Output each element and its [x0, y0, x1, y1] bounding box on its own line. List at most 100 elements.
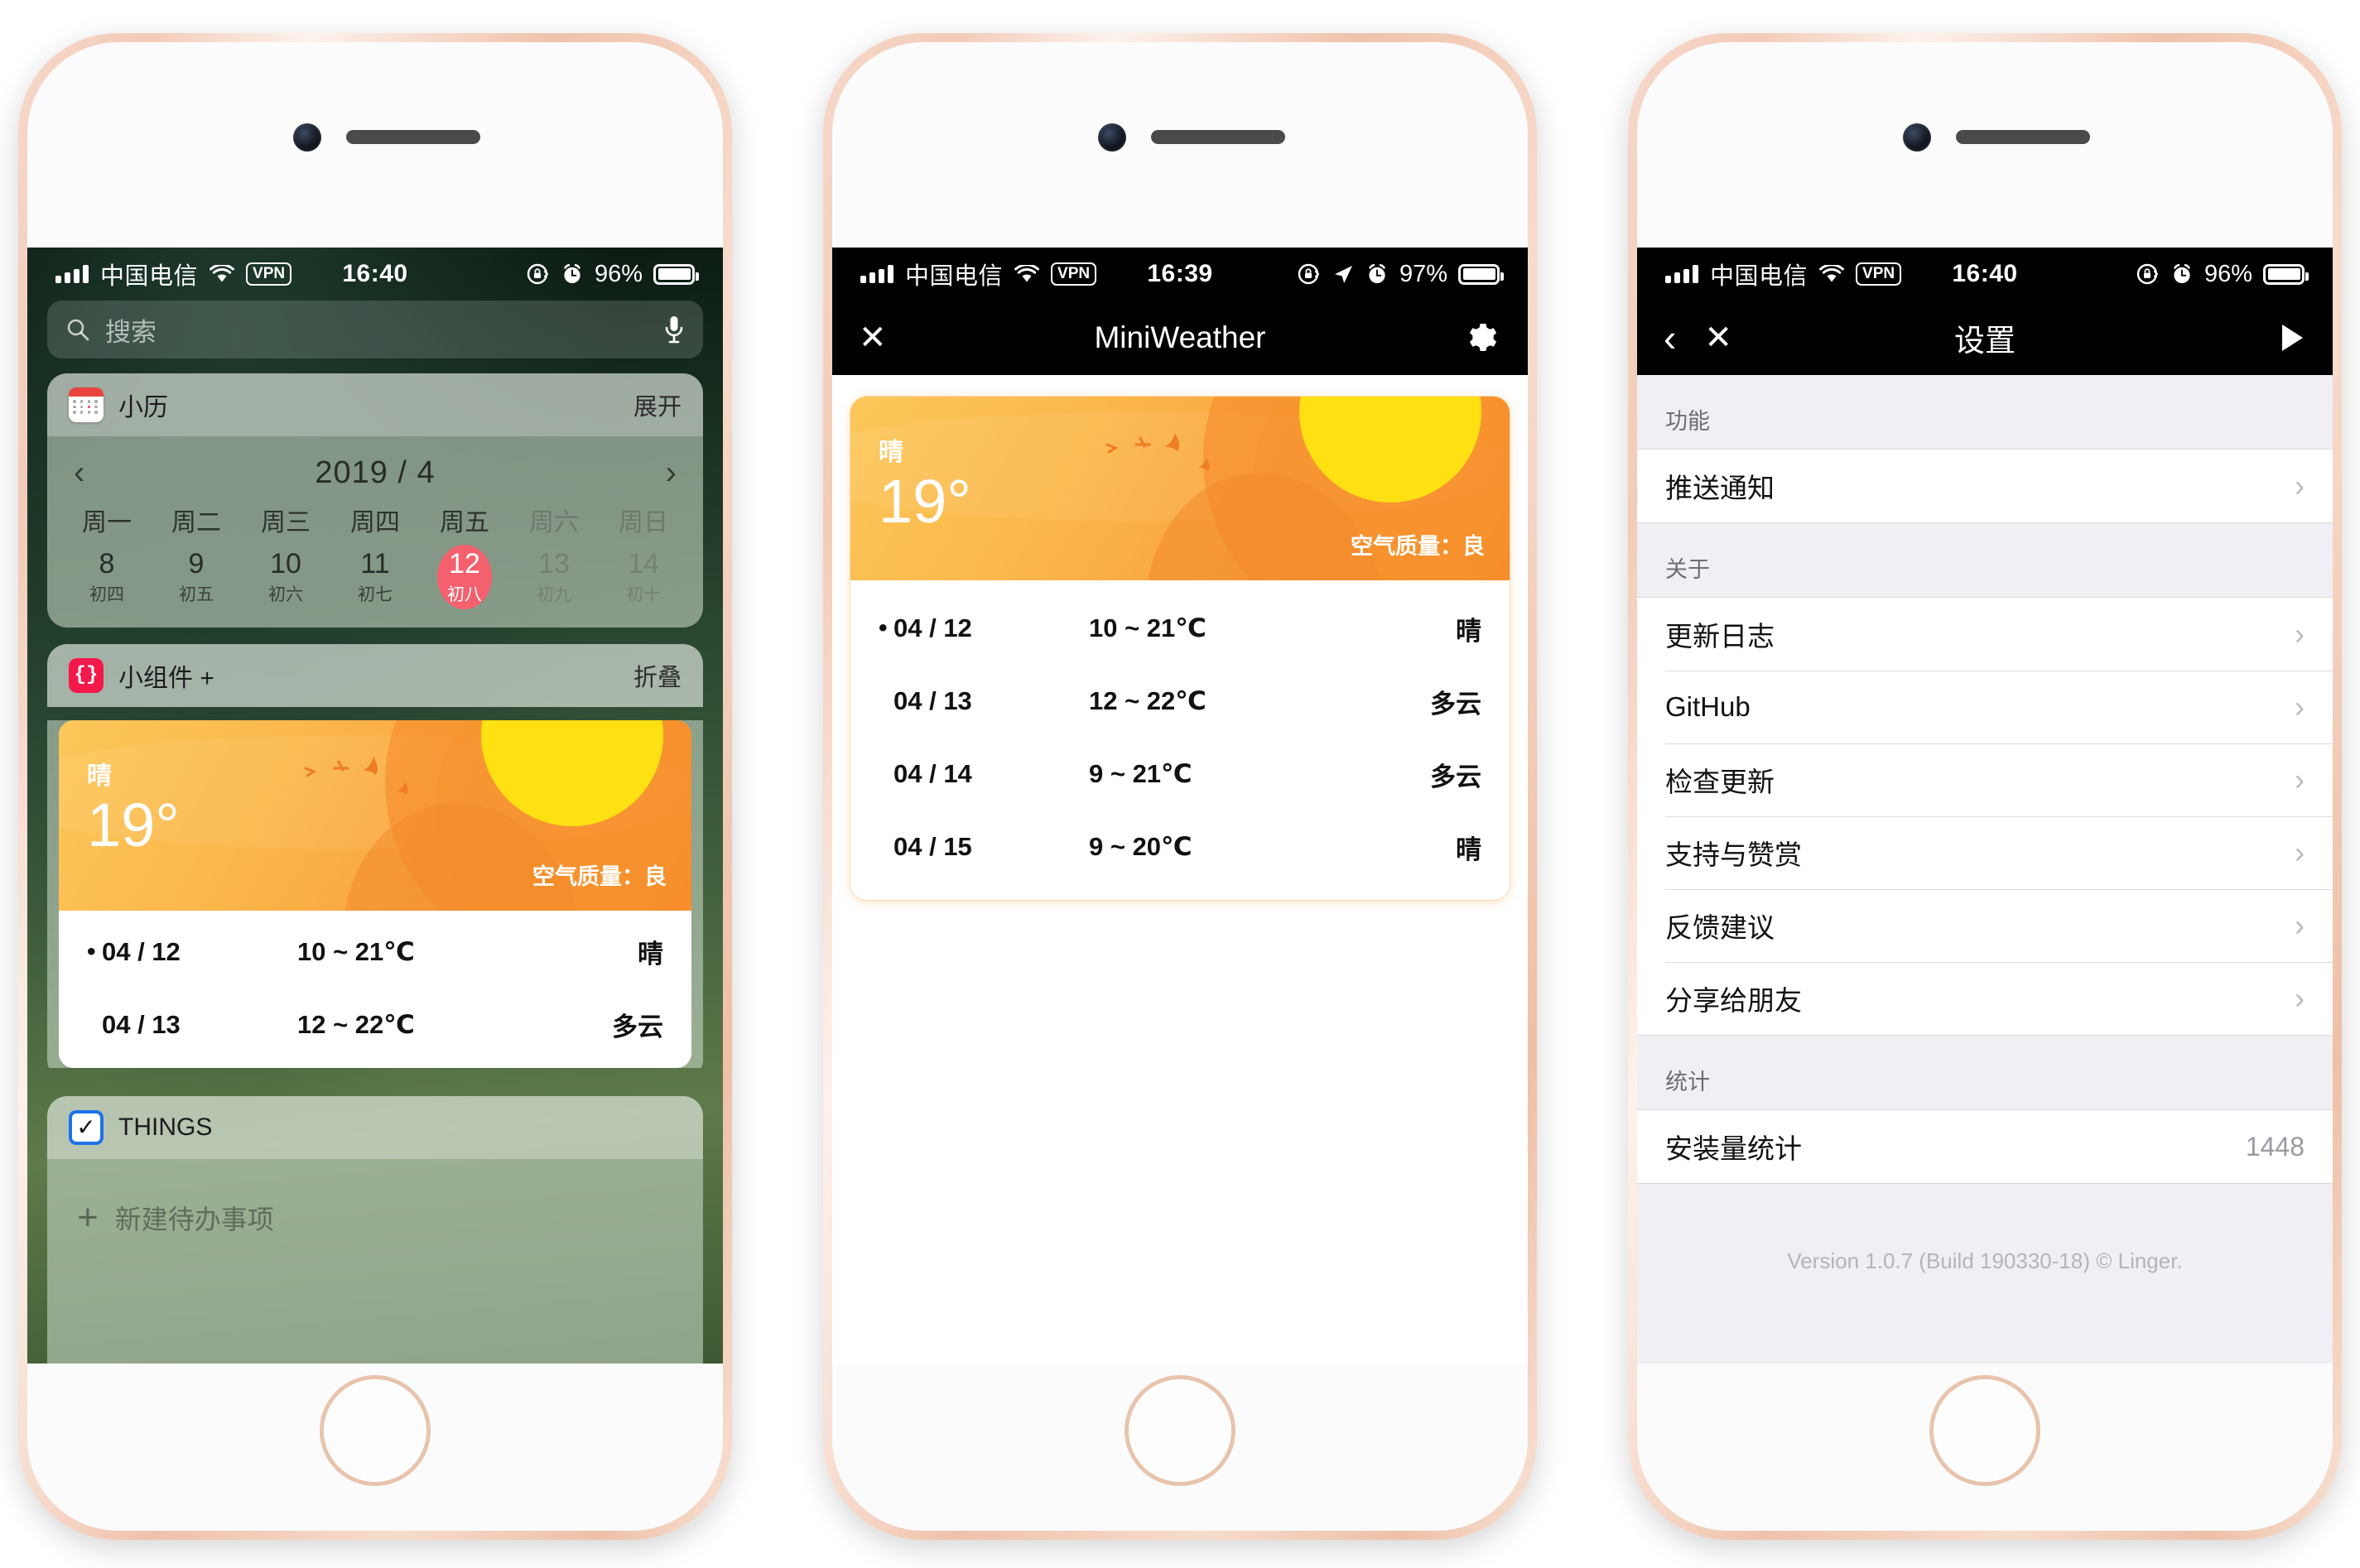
weather-widget-collapse-button[interactable]: 折叠 — [633, 658, 682, 693]
weather-hero: 晴 19° 空气质量：良 — [850, 397, 1510, 580]
front-camera-icon — [293, 123, 321, 152]
weekday-label: 周三 — [261, 509, 311, 536]
rotation-lock-icon — [2135, 262, 2160, 286]
weather-widget[interactable]: {} 小组件 + 折叠 晴 19° 空气质量：良 • 04 / 12 10 ~ … — [47, 643, 703, 1080]
forecast-temp-range: 10 ~ 21℃ — [297, 936, 415, 966]
calendar-day-cell[interactable]: 9 初五 — [152, 549, 241, 606]
settings-group-about: 更新日志 › GitHub › 检查更新 › 支持与赞赏 › 反馈建议 › 分享… — [1637, 597, 2333, 1036]
navbar-right-actions — [1465, 320, 1501, 356]
forecast-row[interactable]: 04 / 13 12 ~ 22℃ 多云 — [59, 988, 691, 1061]
alarm-clock-icon — [1365, 262, 1389, 286]
play-icon[interactable] — [2278, 321, 2306, 354]
forecast-row[interactable]: 04 / 14 9 ~ 21℃ 多云 — [850, 738, 1510, 810]
calendar-day-cell[interactable]: 13 初九 — [509, 548, 599, 606]
home-button[interactable] — [1125, 1375, 1235, 1486]
day-number: 13 — [538, 548, 570, 580]
calendar-app-icon — [69, 387, 104, 422]
settings-row-share[interactable]: 分享给朋友 › — [1637, 962, 2333, 1035]
new-todo-button[interactable]: + 新建待办事项 — [47, 1159, 703, 1237]
day-number: 11 — [360, 548, 390, 580]
phone-3-screen: 中国电信 VPN 16:40 96% ‹ ✕ 设置 功能 推送通知 › 关于 更… — [1637, 248, 2333, 1364]
close-icon[interactable]: ✕ — [1704, 319, 1732, 357]
navbar-left-actions: ✕ — [859, 319, 887, 357]
section-header: 功能 — [1637, 375, 2333, 449]
calendar-day-cell[interactable]: 8 初四 — [62, 548, 152, 606]
settings-row-install-count[interactable]: 安装量统计 1448 — [1637, 1110, 2333, 1183]
current-condition: 晴 — [87, 762, 113, 790]
forecast-row[interactable]: 04 / 15 9 ~ 20℃ 晴 — [850, 810, 1510, 883]
calendar-day-cell-today[interactable]: 12 初八 — [420, 549, 509, 606]
calendar-widget-body: ‹ 2019 / 4 › 周一 周二 周三 周四 周五 周六 周日 8 初四 9… — [47, 436, 703, 628]
status-bar-right: 96% — [2135, 261, 2309, 288]
calendar-day-cell[interactable]: 10 初六 — [241, 549, 330, 606]
close-icon[interactable]: ✕ — [859, 319, 887, 357]
phone-device-2: 中国电信 VPN 16:39 97% ✕ MiniWeather 晴 19° 空… — [823, 33, 1537, 1540]
status-bar-2: 中国电信 VPN 16:39 97% — [832, 248, 1528, 301]
back-icon[interactable]: ‹ — [1664, 319, 1676, 357]
phone-1-inner: 中国电信 VPN 16:40 96% 搜索 小历 展开 ‹ 2019 / 4 ›… — [27, 42, 723, 1531]
today-view: 中国电信 VPN 16:40 96% 搜索 小历 展开 ‹ 2019 / 4 ›… — [27, 248, 723, 1364]
home-button[interactable] — [320, 1375, 431, 1486]
settings-content[interactable]: 功能 推送通知 › 关于 更新日志 › GitHub › 检查更新 › 支持与赞… — [1637, 375, 2333, 1364]
microphone-icon[interactable] — [663, 314, 685, 345]
phone-1-bezel-top — [27, 42, 723, 248]
settings-row-push-notification[interactable]: 推送通知 › — [1637, 450, 2333, 522]
prev-month-button[interactable]: ‹ — [74, 455, 84, 492]
settings-row-check-update[interactable]: 检查更新 › — [1637, 743, 2333, 816]
forecast-list: • 04 / 12 10 ~ 21℃ 晴 04 / 13 12 ~ 22℃ 多云 — [850, 580, 1510, 900]
earpiece-speaker — [1956, 130, 2090, 144]
air-quality-label: 空气质量：良 — [532, 863, 667, 889]
chevron-right-icon: › — [2295, 835, 2305, 869]
settings-row-github[interactable]: GitHub › — [1637, 671, 2333, 743]
forecast-row[interactable]: • 04 / 12 10 ~ 21℃ 晴 — [59, 916, 691, 988]
settings-row-feedback[interactable]: 反馈建议 › — [1637, 889, 2333, 962]
app-title: MiniWeather — [1094, 320, 1266, 354]
front-camera-icon — [1098, 123, 1126, 152]
next-month-button[interactable]: › — [666, 455, 677, 492]
battery-icon — [1458, 263, 1504, 285]
phone-2-inner: 中国电信 VPN 16:39 97% ✕ MiniWeather 晴 19° 空… — [832, 42, 1528, 1531]
calendar-widget[interactable]: 小历 展开 ‹ 2019 / 4 › 周一 周二 周三 周四 周五 周六 周日 … — [47, 373, 703, 628]
forecast-date: 04 / 13 — [102, 1009, 181, 1039]
day-number: 8 — [99, 548, 115, 580]
gear-icon[interactable] — [1465, 320, 1501, 356]
calendar-day-cell[interactable]: 14 初十 — [599, 548, 688, 606]
forecast-today-marker: • — [879, 614, 888, 642]
carrier-label: 中国电信 — [100, 263, 199, 290]
chevron-right-icon: › — [2295, 469, 2305, 503]
calendar-day-cell[interactable]: 11 初七 — [330, 548, 420, 606]
search-input[interactable]: 搜索 — [47, 301, 703, 358]
signal-strength-icon — [55, 265, 89, 283]
row-label: 分享给朋友 — [1665, 985, 1802, 1016]
calendar-widget-expand-button[interactable]: 展开 — [633, 387, 682, 422]
status-bar-right: 96% — [525, 260, 699, 288]
today-scroll-area[interactable]: 搜索 小历 展开 ‹ 2019 / 4 › 周一 周二 周三 周四 周五 周六 … — [27, 301, 723, 1364]
forecast-row[interactable]: 04 / 13 12 ~ 22℃ 多云 — [850, 665, 1510, 738]
forecast-date: 04 / 12 — [893, 613, 972, 642]
birds-icon — [299, 750, 465, 808]
forecast-row[interactable]: • 04 / 12 10 ~ 21℃ 晴 — [850, 592, 1510, 665]
hero-text-block: 晴 19° — [87, 755, 180, 858]
battery-percent-label: 96% — [594, 260, 643, 287]
weather-card[interactable]: 晴 19° 空气质量：良 • 04 / 12 10 ~ 21℃ 晴 04 / 1… — [850, 397, 1510, 900]
settings-row-changelog[interactable]: 更新日志 › — [1637, 598, 2333, 671]
alarm-clock-icon — [561, 262, 584, 286]
row-label: 检查更新 — [1665, 767, 1775, 797]
install-count-value: 1448 — [2245, 1131, 2305, 1162]
day-number: 14 — [628, 548, 659, 580]
things-widget-header: ✓ THINGS — [47, 1095, 703, 1159]
search-icon — [65, 317, 90, 342]
weekday-label: 周二 — [171, 509, 221, 536]
things-widget[interactable]: ✓ THINGS + 新建待办事项 — [47, 1095, 703, 1364]
weather-hero: 晴 19° 空气质量：良 — [59, 719, 691, 911]
home-button[interactable] — [1929, 1375, 2040, 1486]
current-condition: 晴 — [879, 439, 904, 466]
vpn-badge: VPN — [1051, 262, 1097, 286]
signal-strength-icon — [1665, 265, 1698, 283]
settings-navbar: ‹ ✕ 设置 — [1637, 301, 2333, 375]
settings-row-support-donate[interactable]: 支持与赞赏 › — [1637, 816, 2333, 889]
navbar-left-actions: ‹ ✕ — [1664, 319, 1732, 357]
section-header: 统计 — [1637, 1036, 2333, 1109]
forecast-condition: 晴 — [1456, 616, 1481, 646]
weekday-label: 周六 — [529, 509, 579, 536]
